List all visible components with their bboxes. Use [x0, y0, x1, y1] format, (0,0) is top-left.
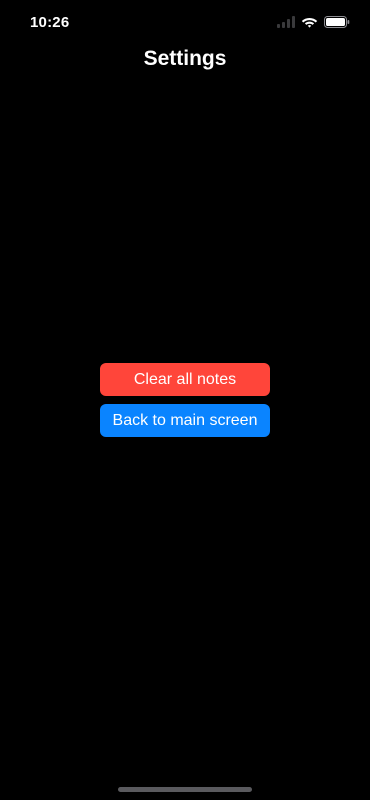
settings-actions: Clear all notes Back to main screen	[100, 363, 270, 445]
status-icons	[277, 15, 350, 29]
back-to-main-button[interactable]: Back to main screen	[100, 404, 270, 437]
status-bar: 10:26	[0, 0, 370, 44]
home-indicator[interactable]	[118, 787, 252, 792]
battery-icon	[324, 16, 350, 28]
status-time: 10:26	[30, 14, 70, 31]
cellular-signal-icon	[277, 16, 295, 28]
wifi-icon	[301, 16, 318, 28]
page-title: Settings	[143, 47, 227, 70]
clear-all-notes-button[interactable]: Clear all notes	[100, 363, 270, 396]
